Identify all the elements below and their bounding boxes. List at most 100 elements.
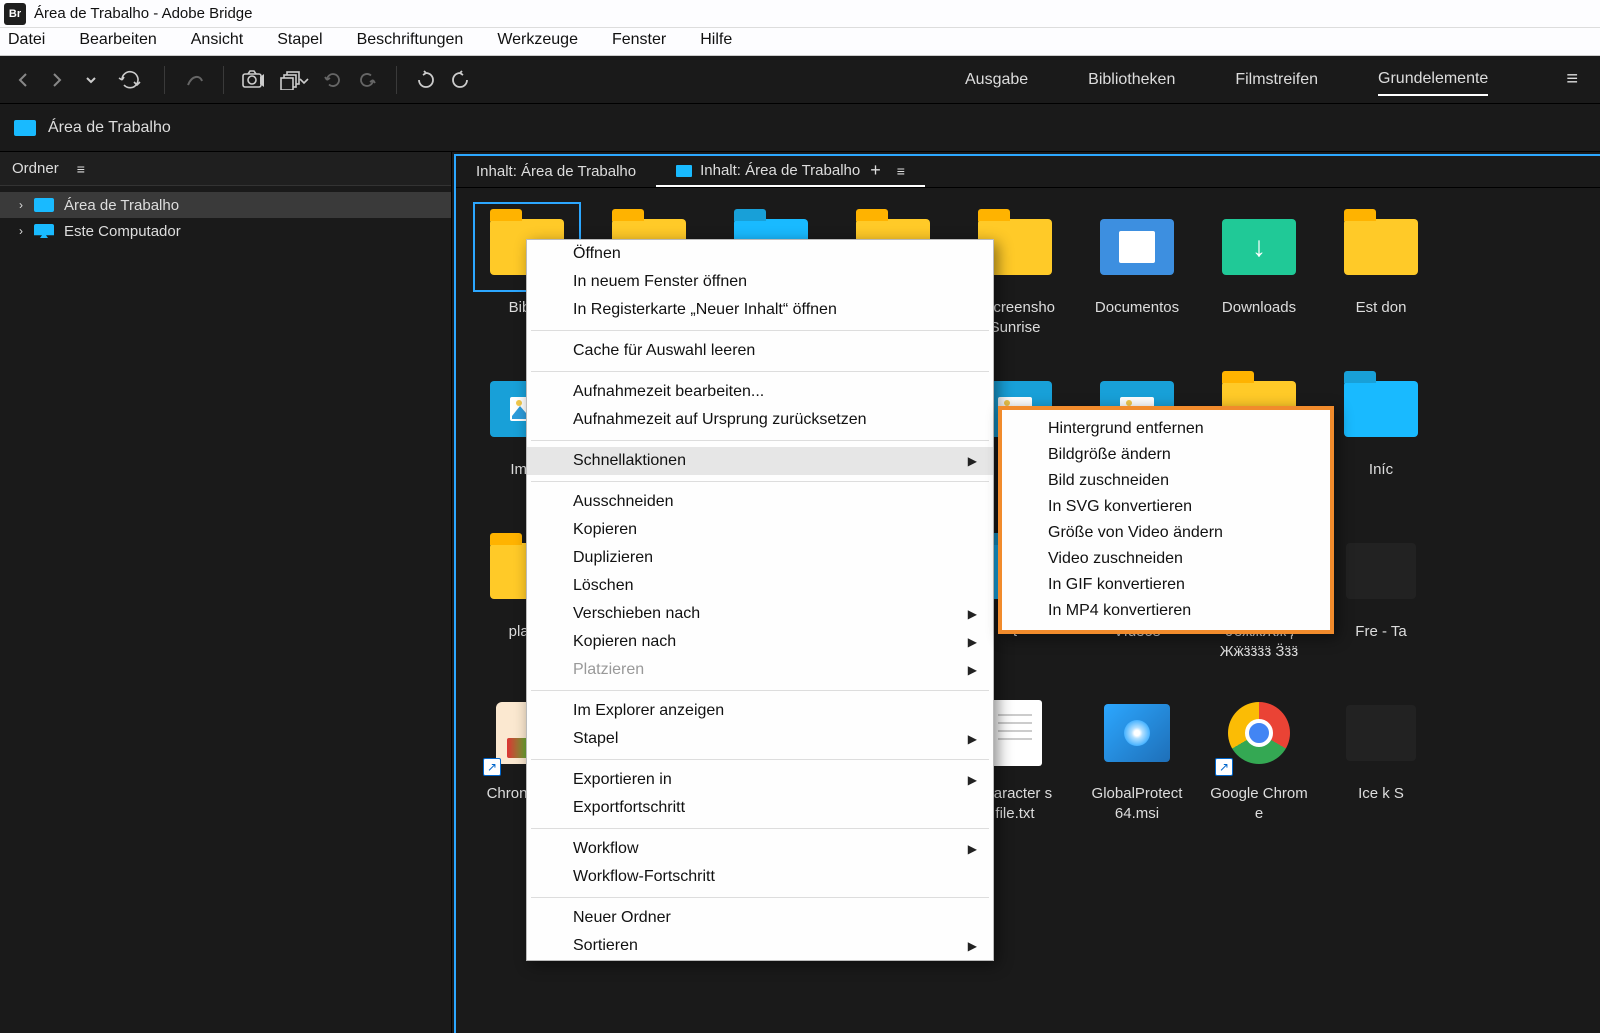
quickaction-video-zuschneiden[interactable]: Video zuschneiden (1002, 546, 1330, 572)
ctx-separator (531, 690, 989, 691)
ctx-label: Löschen (573, 577, 634, 595)
ctx-aufnahmezeit-bearbeiten-[interactable]: Aufnahmezeit bearbeiten... (527, 378, 993, 406)
rotate-ccw-icon[interactable] (413, 67, 439, 93)
content-tab-1[interactable]: Inhalt: Área de Trabalho+≡ (656, 156, 925, 187)
ctx-aufnahmezeit-auf-ursprung-zur-cksetzen[interactable]: Aufnahmezeit auf Ursprung zurücksetzen (527, 406, 993, 434)
ctx-ausschneiden[interactable]: Ausschneiden (527, 488, 993, 516)
ctx-label: Cache für Auswahl leeren (573, 342, 755, 360)
ctx-l-schen[interactable]: Löschen (527, 572, 993, 600)
quickaction-in-svg-konvertieren[interactable]: In SVG konvertieren (1002, 494, 1330, 520)
quickaction-in-mp-konvertieren[interactable]: In MP4 konvertieren (1002, 598, 1330, 624)
menu-stapel[interactable]: Stapel (277, 31, 322, 49)
tree-label: Área de Trabalho (64, 197, 179, 214)
ctx-cache-f-r-auswahl-leeren[interactable]: Cache für Auswahl leeren (527, 337, 993, 365)
ctx-in-neuem-fenster-ffnen[interactable]: In neuem Fenster öffnen (527, 268, 993, 296)
workspace-bibliotheken[interactable]: Bibliotheken (1088, 65, 1175, 95)
ctx-exportieren-in[interactable]: Exportieren in▶ (527, 766, 993, 794)
grid-item[interactable]: ↓Downloads (1198, 200, 1320, 362)
ctx-kopieren-nach[interactable]: Kopieren nach▶ (527, 628, 993, 656)
workspace-filmstreifen[interactable]: Filmstreifen (1235, 65, 1318, 95)
grid-item[interactable]: Est don (1320, 200, 1442, 362)
quickactions-submenu[interactable]: Hintergrund entfernen Bildgröße ändern Bil… (998, 406, 1334, 634)
folder-icon (1344, 219, 1418, 275)
nav-back-icon[interactable] (10, 67, 36, 93)
history-icon[interactable] (112, 67, 148, 93)
stack-icon[interactable] (278, 67, 312, 93)
ctx-label: Hintergrund entfernen (1048, 420, 1204, 438)
grid-item-label: Iníc (1326, 460, 1436, 480)
boomerang-icon[interactable] (181, 67, 207, 93)
ctx-stapel[interactable]: Stapel▶ (527, 725, 993, 753)
ctx-label: Aufnahmezeit auf Ursprung zurücksetzen (573, 411, 866, 429)
nav-fwd-icon[interactable] (44, 67, 70, 93)
refresh-icon[interactable] (320, 67, 346, 93)
ctx-label: In MP4 konvertieren (1048, 602, 1191, 620)
quickaction-bildgr-e-ndern[interactable]: Bildgröße ändern (1002, 442, 1330, 468)
quickaction-hintergrund-entfernen[interactable]: Hintergrund entfernen (1002, 416, 1330, 442)
ctx-schnellaktionen[interactable]: Schnellaktionen▶ (527, 447, 993, 475)
menu-beschriftungen[interactable]: Beschriftungen (357, 31, 464, 49)
ctx-in-registerkarte-neuer-inhalt-ffnen[interactable]: In Registerkarte „Neuer Inhalt“ öffnen (527, 296, 993, 324)
sidebar-menu-icon[interactable]: ≡ (77, 161, 85, 177)
twisty-icon[interactable]: › (14, 198, 28, 212)
grid-item[interactable]: Iníc (1320, 362, 1442, 524)
nav-dropdown-icon[interactable] (78, 67, 104, 93)
camera-import-icon[interactable] (240, 67, 270, 93)
grid-item[interactable]: ↗Google Chrom e (1198, 686, 1320, 848)
menu-datei[interactable]: Datei (8, 31, 45, 49)
tree-este-computador[interactable]: ›Este Computador (0, 218, 451, 244)
ctx-duplizieren[interactable]: Duplizieren (527, 544, 993, 572)
quickaction-bild-zuschneiden[interactable]: Bild zuschneiden (1002, 468, 1330, 494)
tree-área-de-trabalho[interactable]: › Área de Trabalho (0, 192, 451, 218)
ctx-verschieben-nach[interactable]: Verschieben nach▶ (527, 600, 993, 628)
ctx-label: Schnellaktionen (573, 452, 686, 470)
ctx-label: Bild zuschneiden (1048, 472, 1169, 490)
menu-ansicht[interactable]: Ansicht (191, 31, 243, 49)
menu-bearbeiten[interactable]: Bearbeiten (79, 31, 156, 49)
ctx-workflow-fortschritt[interactable]: Workflow-Fortschritt (527, 863, 993, 891)
quickaction-gr-e-von-video-ndern[interactable]: Größe von Video ändern (1002, 520, 1330, 546)
bridge-app-icon: Br (4, 3, 26, 25)
workspace-ausgabe[interactable]: Ausgabe (965, 65, 1028, 95)
grid-item[interactable]: Documentos (1076, 200, 1198, 362)
quickaction-in-gif-konvertieren[interactable]: In GIF konvertieren (1002, 572, 1330, 598)
workspace-grundelemente[interactable]: Grundelemente (1378, 64, 1488, 96)
ctx-neuer-ordner[interactable]: Neuer Ordner (527, 904, 993, 932)
tab-menu-icon[interactable]: ≡ (897, 163, 905, 179)
ctx--ffnen[interactable]: Öffnen (527, 240, 993, 268)
grid-item[interactable]: Ice k S (1320, 686, 1442, 848)
menu-werkzeuge[interactable]: Werkzeuge (497, 31, 578, 49)
menu-fenster[interactable]: Fenster (612, 31, 666, 49)
content-tabs: Inhalt: Área de TrabalhoInhalt: Área de … (456, 156, 1600, 188)
ctx-kopieren[interactable]: Kopieren (527, 516, 993, 544)
refresh-alt-icon[interactable] (354, 67, 380, 93)
ctx-exportfortschritt[interactable]: Exportfortschritt (527, 794, 993, 822)
ctx-label: Kopieren (573, 521, 637, 539)
twisty-icon[interactable]: › (14, 224, 28, 238)
pathbar[interactable]: Área de Trabalho (0, 104, 1600, 152)
rotate-cw-icon[interactable] (447, 67, 473, 93)
ctx-workflow[interactable]: Workflow▶ (527, 835, 993, 863)
context-menu[interactable]: ÖffnenIn neuem Fenster öffnen In Register… (526, 239, 994, 961)
ctx-separator (531, 440, 989, 441)
grid-item-label: Est don (1326, 298, 1436, 318)
submenu-arrow-icon: ▶ (968, 607, 977, 621)
grid-item[interactable]: Fre - Ta (1320, 524, 1442, 686)
ctx-label: Exportieren in (573, 771, 672, 789)
ctx-label: In Registerkarte „Neuer Inhalt“ öffnen (573, 301, 837, 319)
submenu-arrow-icon: ▶ (968, 635, 977, 649)
tab-label: Inhalt: Área de Trabalho (476, 163, 636, 180)
content-tab-0[interactable]: Inhalt: Área de Trabalho (456, 156, 656, 187)
path-folder-icon (14, 120, 36, 136)
menu-hilfe[interactable]: Hilfe (700, 31, 732, 49)
sidebar-title: Ordner (12, 160, 59, 177)
ctx-separator (531, 330, 989, 331)
ctx-separator (531, 897, 989, 898)
grid-item[interactable]: GlobalProtect 64.msi (1076, 686, 1198, 848)
sidebar-header: Ordner ≡ (0, 152, 451, 186)
add-tab-icon[interactable]: + (870, 160, 881, 181)
ctx-im-explorer-anzeigen[interactable]: Im Explorer anzeigen (527, 697, 993, 725)
folder-icon (34, 198, 54, 212)
workspace-menu-icon[interactable]: ≡ (1566, 68, 1578, 91)
ctx-sortieren[interactable]: Sortieren▶ (527, 932, 993, 960)
